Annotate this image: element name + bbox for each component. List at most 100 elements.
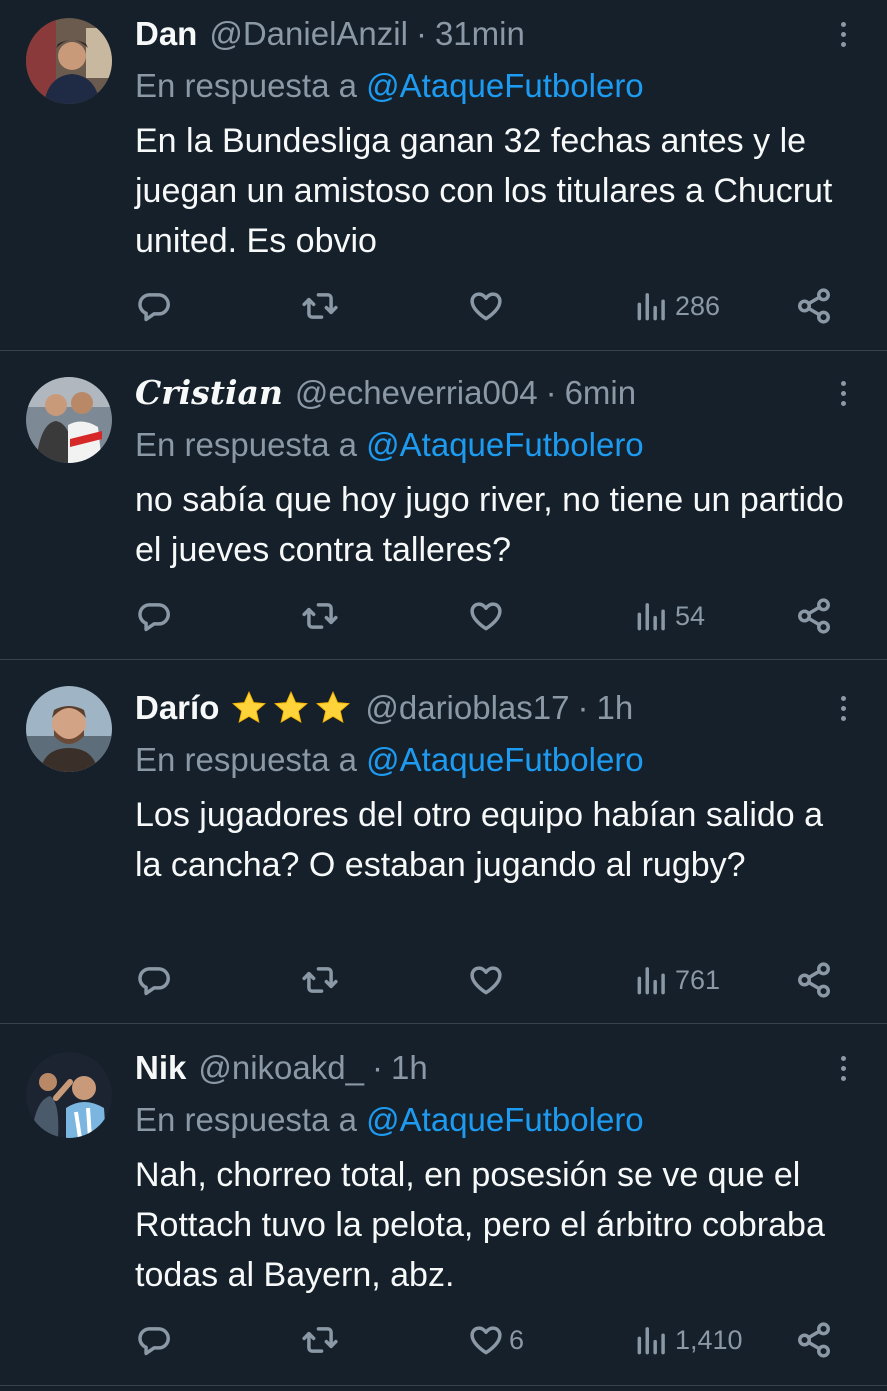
tweet-text: En la Bundesliga ganan 32 fechas antes y… — [135, 122, 833, 260]
display-name[interactable]: Darío — [135, 688, 219, 728]
reply-mention[interactable]: @AtaqueFutbolero — [366, 426, 644, 463]
reply-context: En respuesta a @AtaqueFutbolero — [135, 1100, 867, 1140]
tweet-text: no sabía que hoy jugo river, no tiene un… — [135, 481, 844, 569]
like-icon — [470, 292, 502, 321]
more-icon[interactable] — [833, 688, 853, 728]
view-count: 1,410 — [675, 1324, 743, 1355]
like-button[interactable]: 6 — [467, 1320, 524, 1360]
separator: · — [415, 15, 427, 52]
tweet-actions: 286 — [135, 286, 847, 326]
timestamp[interactable]: 1h — [596, 688, 633, 728]
reply-button[interactable] — [135, 596, 173, 636]
share-icon — [798, 1322, 830, 1358]
display-name[interactable]: Nik — [135, 1048, 186, 1088]
tweet-dario[interactable]: Darío @darioblas17 · 1h En respuesta a @… — [0, 660, 887, 1024]
timestamp[interactable]: 31min — [435, 14, 525, 54]
more-icon[interactable] — [833, 373, 853, 413]
user-handle[interactable]: @echeverria004 — [295, 373, 538, 413]
star-icon — [316, 690, 351, 724]
more-icon[interactable] — [833, 14, 853, 54]
reply-context: En respuesta a @AtaqueFutbolero — [135, 740, 867, 780]
avatar[interactable] — [26, 1052, 112, 1138]
reply-prefix: En respuesta a — [135, 67, 357, 104]
user-handle[interactable]: @DanielAnzil — [209, 14, 408, 54]
share-icon — [798, 962, 830, 998]
tweet-dan[interactable]: Dan @DanielAnzil · 31min En respuesta a … — [0, 0, 887, 351]
tweet-header: Darío @darioblas17 · 1h — [135, 688, 827, 728]
tweet-actions: 6 1,410 — [135, 1320, 847, 1360]
view-count: 761 — [675, 964, 721, 995]
reply-mention[interactable]: @AtaqueFutbolero — [366, 67, 644, 104]
reply-icon — [138, 603, 170, 632]
like-button[interactable] — [467, 286, 509, 326]
like-icon — [470, 602, 502, 631]
tweet-actions: 54 — [135, 596, 847, 636]
separator: · — [371, 1049, 383, 1086]
views-icon — [637, 603, 665, 631]
reply-button[interactable] — [135, 286, 173, 326]
share-icon — [798, 598, 830, 634]
views-icon — [637, 1327, 665, 1355]
reply-icon — [138, 1327, 170, 1356]
timestamp[interactable]: 1h — [391, 1048, 428, 1088]
more-icon[interactable] — [833, 1048, 853, 1088]
tweet-text: Los jugadores del otro equipo habían sal… — [135, 796, 824, 884]
reply-mention[interactable]: @AtaqueFutbolero — [366, 741, 644, 778]
user-handle[interactable]: @nikoakd_ — [198, 1048, 364, 1088]
views-icon — [637, 293, 665, 321]
separator: · — [577, 689, 589, 726]
retweet-icon — [302, 1327, 338, 1353]
retweet-icon — [302, 603, 338, 629]
share-button[interactable] — [795, 1320, 833, 1360]
avatar[interactable] — [26, 686, 112, 772]
star-icon — [274, 690, 309, 724]
separator: · — [545, 374, 557, 411]
share-button[interactable] — [795, 960, 833, 1000]
reply-feed: Dan @DanielAnzil · 31min En respuesta a … — [0, 0, 887, 1386]
display-name[interactable]: Dan — [135, 14, 197, 54]
views-button[interactable]: 1,410 — [633, 1320, 743, 1360]
retweet-icon — [302, 967, 338, 993]
share-button[interactable] — [795, 286, 833, 326]
like-count: 6 — [509, 1324, 525, 1355]
reply-icon — [138, 967, 170, 996]
views-icon — [637, 967, 665, 995]
views-button[interactable]: 761 — [633, 960, 720, 1000]
reply-button[interactable] — [135, 960, 173, 1000]
view-count: 54 — [675, 600, 706, 631]
reply-context: En respuesta a @AtaqueFutbolero — [135, 66, 867, 106]
like-icon — [470, 966, 502, 995]
reply-prefix: En respuesta a — [135, 741, 357, 778]
reply-icon — [138, 293, 170, 322]
reply-button[interactable] — [135, 1320, 173, 1360]
retweet-icon — [302, 293, 338, 319]
retweet-button[interactable] — [301, 286, 339, 326]
reply-mention[interactable]: @AtaqueFutbolero — [366, 1101, 644, 1138]
avatar[interactable] — [26, 18, 112, 104]
tweet-header: Cristian @echeverria004 · 6min — [135, 373, 827, 413]
tweet-nik[interactable]: Nik @nikoakd_ · 1h En respuesta a @Ataqu… — [0, 1024, 887, 1386]
like-button[interactable] — [467, 960, 509, 1000]
avatar[interactable] — [26, 377, 112, 463]
reply-context: En respuesta a @AtaqueFutbolero — [135, 425, 867, 465]
share-icon — [798, 288, 830, 324]
reply-prefix: En respuesta a — [135, 426, 357, 463]
tweet-cristian[interactable]: Cristian @echeverria004 · 6min En respue… — [0, 351, 887, 660]
retweet-button[interactable] — [301, 1320, 339, 1360]
share-button[interactable] — [795, 596, 833, 636]
tweet-actions: 761 — [135, 960, 847, 1000]
like-button[interactable] — [467, 596, 509, 636]
timestamp[interactable]: 6min — [565, 373, 637, 413]
user-handle[interactable]: @darioblas17 — [365, 688, 569, 728]
view-count: 286 — [675, 290, 721, 321]
like-icon — [470, 1326, 502, 1355]
name-emoji-stars — [229, 689, 353, 727]
display-name[interactable]: Cristian — [135, 373, 283, 413]
retweet-button[interactable] — [301, 960, 339, 1000]
views-button[interactable]: 286 — [633, 286, 720, 326]
retweet-button[interactable] — [301, 596, 339, 636]
tweet-header: Nik @nikoakd_ · 1h — [135, 1048, 827, 1088]
tweet-header: Dan @DanielAnzil · 31min — [135, 14, 827, 54]
star-icon — [232, 690, 267, 724]
views-button[interactable]: 54 — [633, 596, 705, 636]
